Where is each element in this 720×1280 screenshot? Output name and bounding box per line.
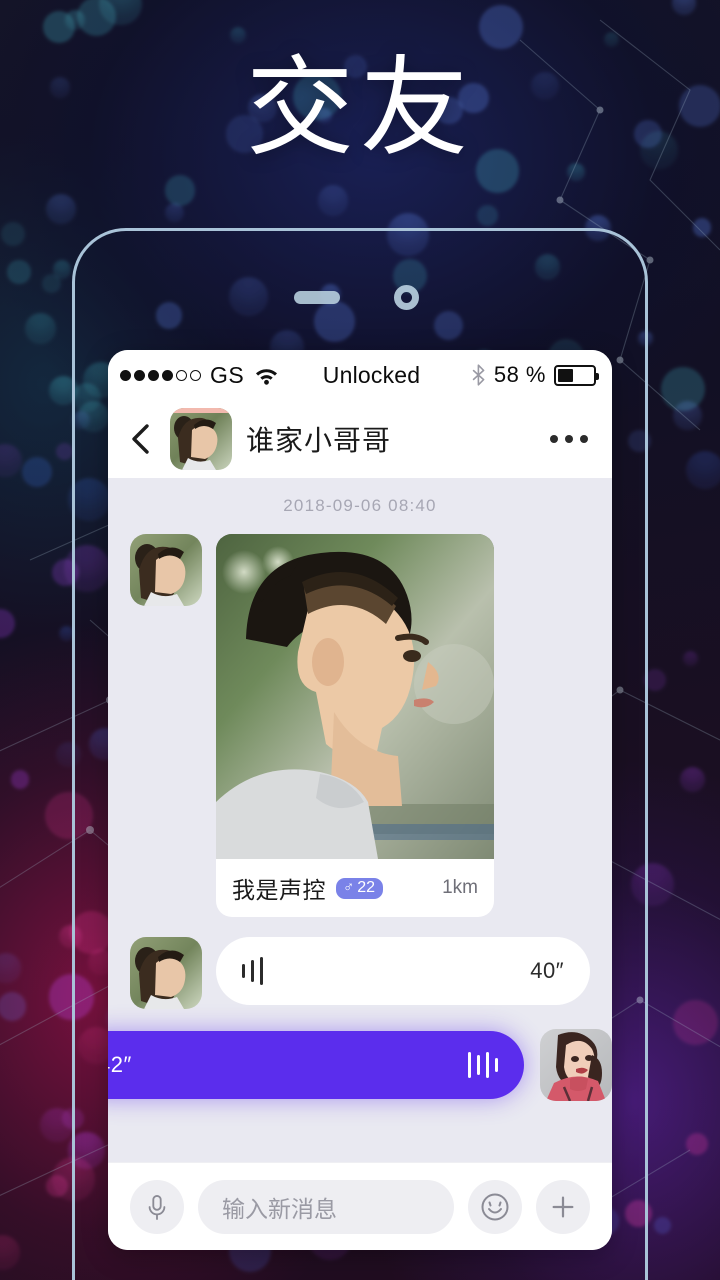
contact-avatar[interactable] <box>170 408 232 470</box>
battery-icon <box>554 364 599 386</box>
more-dot <box>565 435 573 443</box>
waveform-bar <box>468 1052 471 1078</box>
chat-body: 2018-09-06 08:40 我是声控 ♂ 22 1km 40″ 2″ <box>108 478 612 1162</box>
voice-message-outgoing[interactable]: 42″ <box>108 1031 524 1099</box>
smiley-icon <box>481 1193 509 1220</box>
more-dot <box>580 435 588 443</box>
carrier-label: GS <box>210 361 245 388</box>
lock-status-label: Unlocked <box>322 361 421 388</box>
waveform-bar <box>242 964 245 978</box>
signal-strength-icon <box>120 369 201 381</box>
app-screen: GS Unlocked 58 % 谁家小哥哥 2018-09-06 08:40 … <box>108 350 612 1250</box>
waveform-icon <box>468 1050 498 1080</box>
plus-icon <box>552 1196 574 1217</box>
status-left: GS <box>120 362 279 389</box>
speaker-slot-icon <box>294 291 340 304</box>
sender-avatar[interactable] <box>130 937 202 1009</box>
bluetooth-icon <box>472 364 486 386</box>
message-input-field[interactable]: 输入新消息 <box>198 1179 454 1234</box>
voice-duration-label: 40″ <box>530 958 564 983</box>
voice-duration-label: 42″ <box>108 1052 132 1077</box>
message-row-voice-out: 42″ <box>108 1029 612 1101</box>
poster-root: 交友 GS Unlocked 58 % 谁家小哥哥 2018-09-06 08:… <box>0 0 720 1280</box>
gender-age-badge: ♂ 22 <box>336 877 384 899</box>
more-options-button[interactable] <box>548 425 590 453</box>
microphone-icon <box>148 1194 166 1220</box>
message-row-photo-card: 我是声控 ♂ 22 1km <box>108 534 612 917</box>
age-label: 22 <box>357 878 376 896</box>
microphone-button[interactable] <box>130 1179 184 1234</box>
more-dot <box>550 435 558 443</box>
message-row-voice-in: 40″ <box>108 937 612 1009</box>
distance-label: 1km <box>442 877 478 898</box>
voice-message-incoming[interactable]: 40″ <box>216 937 590 1005</box>
status-bar: GS Unlocked 58 % <box>108 350 612 400</box>
back-button[interactable] <box>126 422 156 456</box>
message-timestamp: 2018-09-06 08:40 <box>283 496 437 515</box>
page-title-contact-name: 谁家小哥哥 <box>246 424 392 457</box>
waveform-bar <box>495 1058 498 1072</box>
male-symbol-icon: ♂ <box>343 879 355 896</box>
emoji-button[interactable] <box>468 1179 522 1234</box>
message-input-bar: 输入新消息 <box>108 1162 612 1250</box>
photo-card[interactable]: 我是声控 ♂ 22 1km <box>216 534 494 917</box>
waveform-bar <box>251 960 254 982</box>
front-camera-icon <box>394 285 419 310</box>
self-avatar[interactable] <box>540 1029 612 1101</box>
sender-avatar[interactable] <box>130 534 202 606</box>
waveform-icon <box>242 956 263 986</box>
wifi-icon <box>254 366 279 385</box>
add-attachment-button[interactable] <box>536 1179 590 1234</box>
waveform-bar <box>260 957 263 985</box>
page-title: 交友 <box>245 46 474 171</box>
nav-bar: 谁家小哥哥 <box>108 400 612 478</box>
profile-photo <box>216 534 494 859</box>
profile-name: 我是声控 <box>232 878 326 904</box>
status-right: 58 % <box>472 362 599 388</box>
waveform-bar <box>477 1055 480 1075</box>
waveform-bar <box>486 1052 489 1078</box>
battery-percent-label: 58 % <box>493 362 546 387</box>
photo-card-meta: 我是声控 ♂ 22 1km <box>216 859 494 917</box>
